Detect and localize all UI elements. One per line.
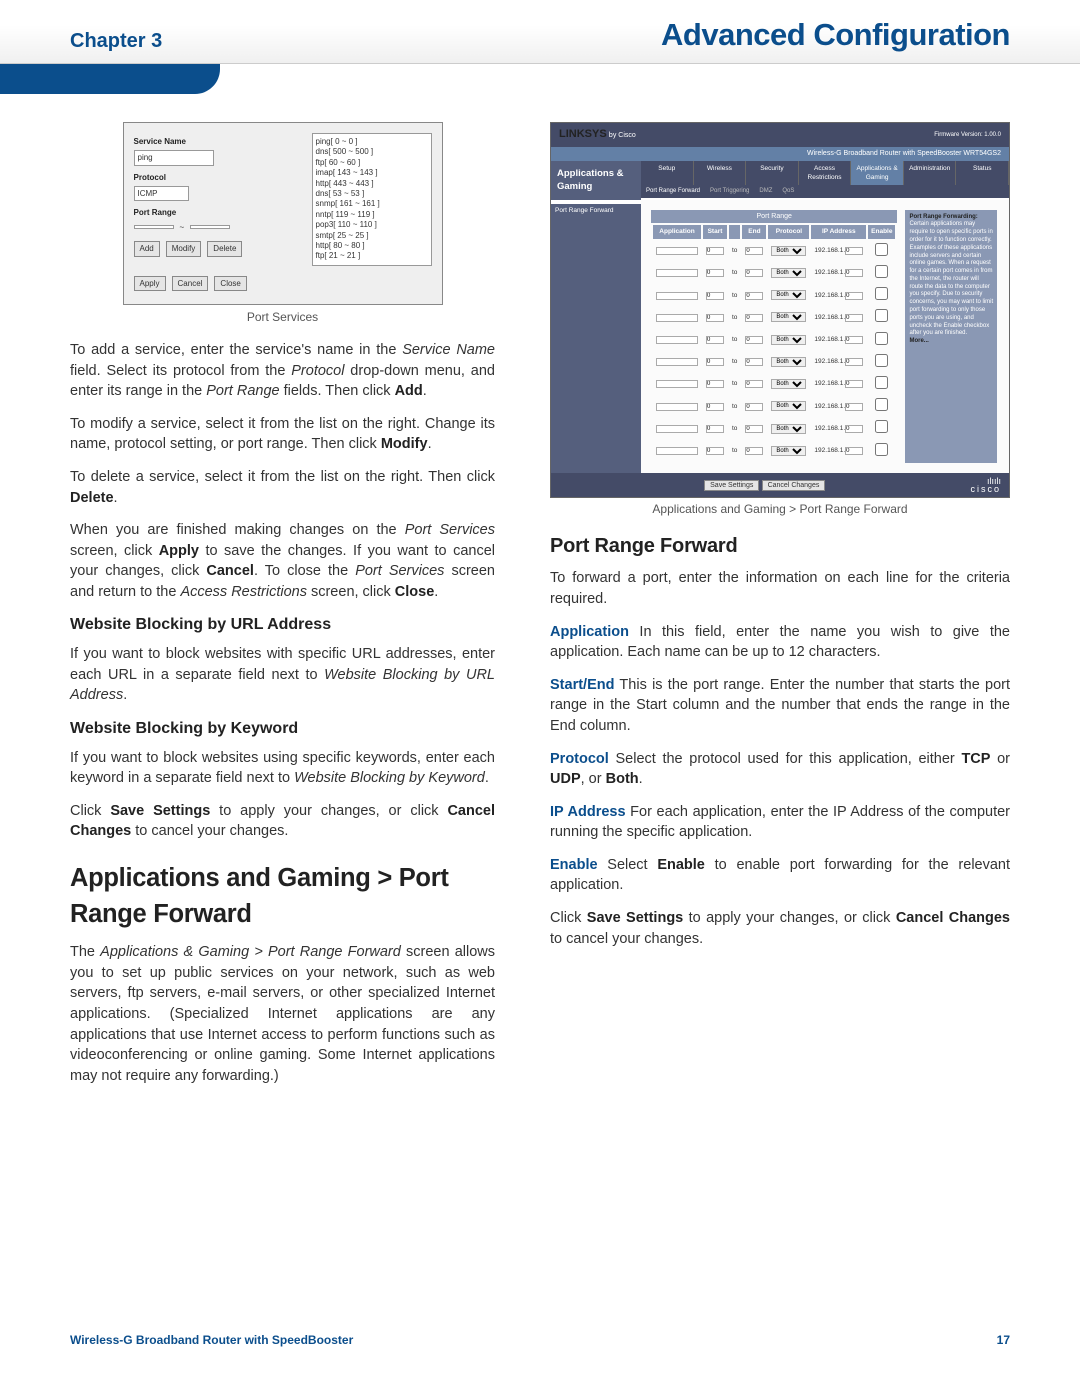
start-input[interactable]	[706, 247, 724, 255]
model-banner: Wireless-G Broadband Router with SpeedBo…	[551, 147, 1009, 161]
services-listbox[interactable]: ping[ 0 ~ 0 ] dns[ 500 ~ 500 ] ftp[ 60 ~…	[312, 133, 432, 266]
footer-left: Wireless-G Broadband Router with SpeedBo…	[70, 1333, 353, 1347]
protocol-select[interactable]: ICMP	[134, 186, 189, 201]
firmware-label: Firmware Version: 1.00.0	[934, 131, 1001, 140]
content-columns: Service Name ping Protocol ICMP Port Ran…	[0, 64, 1080, 1098]
heading-website-blocking-url: Website Blocking by URL Address	[70, 614, 495, 637]
heading-port-range-forward: Port Range Forward	[550, 532, 1010, 560]
para-block-keyword: If you want to block websites using spec…	[70, 748, 495, 789]
para-save-cancel-1: Click Save Settings to apply your change…	[70, 801, 495, 842]
table-row: toBoth192.168.1.	[653, 241, 895, 261]
para-ipaddress: IP Address For each application, enter t…	[550, 802, 1010, 843]
ss-header: LINKSYS by Cisco Firmware Version: 1.00.…	[551, 123, 1009, 147]
figure1-caption: Port Services	[70, 309, 495, 326]
subnav-tabs: Port Range Forward Port Triggering DMZ Q…	[641, 185, 1009, 198]
subtab-pt[interactable]: Port Triggering	[705, 185, 754, 198]
figure-port-range-forward: LINKSYS by Cisco Firmware Version: 1.00.…	[550, 122, 1010, 498]
chapter-label: Chapter 3	[70, 30, 162, 53]
table-row: toBoth192.168.1.	[653, 374, 895, 394]
table-row: toBoth192.168.1.	[653, 418, 895, 438]
service-name-label: Service Name	[134, 136, 186, 147]
table-title: Port Range	[651, 210, 897, 224]
tab-security[interactable]: Security	[746, 161, 799, 185]
modify-button[interactable]: Modify	[166, 241, 202, 256]
port-range-label: Port Range	[134, 207, 177, 218]
para-modify-service: To modify a service, select it from the …	[70, 414, 495, 455]
table-row: toBoth192.168.1.	[653, 396, 895, 416]
tab-setup[interactable]: Setup	[641, 161, 694, 185]
apply-button[interactable]: Apply	[134, 276, 166, 291]
table-row: toBoth192.168.1.	[653, 263, 895, 283]
app-input[interactable]	[656, 247, 698, 255]
help-panel: Port Range Forwarding: Certain applicati…	[905, 210, 997, 463]
subtab-dmz[interactable]: DMZ	[754, 185, 777, 198]
ss-cancel-button[interactable]: Cancel Changes	[762, 480, 826, 491]
ip-input[interactable]	[845, 247, 863, 255]
page: Chapter 3 Advanced Configuration Service…	[0, 0, 1080, 1397]
subtab-qos[interactable]: QoS	[777, 185, 799, 198]
protocol-label: Protocol	[134, 172, 166, 183]
ss-save-button[interactable]: Save Settings	[704, 480, 759, 491]
ss-footer: Save Settings Cancel Changes ılıılıcisco	[551, 473, 1009, 497]
proto-select[interactable]: Both	[771, 246, 806, 256]
table-row: toBoth192.168.1.	[653, 285, 895, 305]
right-column: LINKSYS by Cisco Firmware Version: 1.00.…	[550, 122, 1010, 1098]
para-enable: Enable Select Enable to enable port forw…	[550, 855, 1010, 896]
nav-tabs: Setup Wireless Security Access Restricti…	[641, 161, 1009, 185]
side-subtitle: Port Range Forward	[551, 204, 641, 473]
service-name-input[interactable]: ping	[134, 150, 214, 165]
tab-access[interactable]: Access Restrictions	[799, 161, 852, 185]
cisco-logo: ılıılıcisco	[970, 477, 1001, 493]
close-button[interactable]: Close	[214, 276, 246, 291]
para-delete-service: To delete a service, select it from the …	[70, 467, 495, 508]
para-protocol: Protocol Select the protocol used for th…	[550, 749, 1010, 790]
para-apps-gaming-desc: The Applications & Gaming > Port Range F…	[70, 942, 495, 1086]
page-title: Advanced Configuration	[661, 17, 1010, 53]
port-range-table: Port Range Application Start End Protoco…	[651, 210, 897, 463]
delete-button[interactable]: Delete	[207, 241, 242, 256]
heading-apps-gaming: Applications and Gaming > Port Range For…	[70, 860, 495, 932]
page-header: Chapter 3 Advanced Configuration	[0, 0, 1080, 64]
port-end-input[interactable]	[190, 225, 230, 229]
para-apply-cancel-close: When you are finished making changes on …	[70, 520, 495, 602]
end-input[interactable]	[745, 247, 763, 255]
by-cisco-label: by Cisco	[609, 132, 636, 139]
enable-checkbox[interactable]	[875, 243, 888, 256]
para-application: Application In this field, enter the nam…	[550, 622, 1010, 663]
figure-port-services: Service Name ping Protocol ICMP Port Ran…	[123, 122, 443, 305]
add-button[interactable]: Add	[134, 241, 160, 256]
para-save-cancel-2: Click Save Settings to apply your change…	[550, 908, 1010, 949]
tab-status[interactable]: Status	[956, 161, 1009, 185]
cancel-button[interactable]: Cancel	[172, 276, 209, 291]
more-link[interactable]: More...	[909, 338, 928, 344]
side-title: Applications & Gaming	[551, 161, 641, 200]
heading-website-blocking-keyword: Website Blocking by Keyword	[70, 718, 495, 741]
brand-label: LINKSYS	[559, 128, 607, 140]
port-start-input[interactable]	[134, 225, 174, 229]
page-number: 17	[997, 1333, 1010, 1347]
table-row: toBoth192.168.1.	[653, 441, 895, 461]
subtab-prf[interactable]: Port Range Forward	[641, 185, 705, 198]
page-footer: Wireless-G Broadband Router with SpeedBo…	[70, 1333, 1010, 1347]
left-column: Service Name ping Protocol ICMP Port Ran…	[70, 122, 495, 1098]
tab-apps-gaming[interactable]: Applications & Gaming	[851, 161, 904, 185]
table-row: toBoth192.168.1.	[653, 307, 895, 327]
blue-tab-edge	[0, 64, 220, 94]
figure2-caption: Applications and Gaming > Port Range For…	[550, 501, 1010, 518]
para-block-url: If you want to block websites with speci…	[70, 644, 495, 706]
para-startend: Start/End This is the port range. Enter …	[550, 675, 1010, 737]
para-add-service: To add a service, enter the service's na…	[70, 340, 495, 402]
table-row: toBoth192.168.1.	[653, 330, 895, 350]
tab-admin[interactable]: Administration	[904, 161, 957, 185]
tab-wireless[interactable]: Wireless	[694, 161, 747, 185]
para-intro: To forward a port, enter the information…	[550, 568, 1010, 609]
table-row: toBoth192.168.1.	[653, 352, 895, 372]
